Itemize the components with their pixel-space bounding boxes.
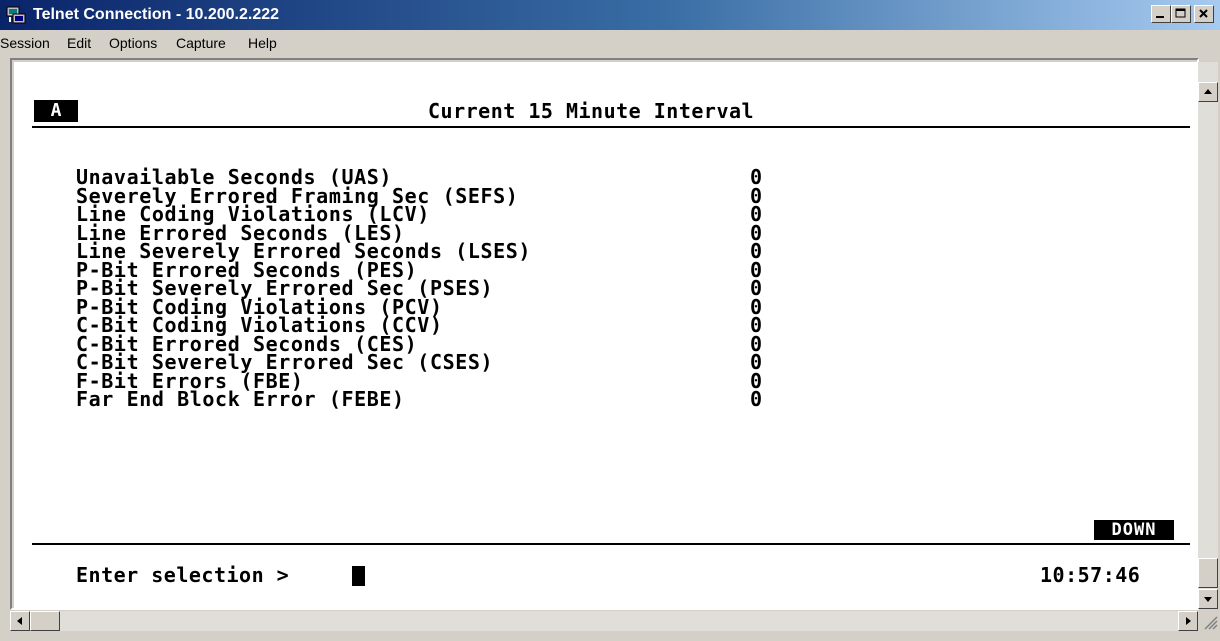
close-icon: [1199, 9, 1208, 18]
menu-capture[interactable]: Capture: [176, 35, 226, 51]
scroll-right-button[interactable]: [1178, 611, 1198, 631]
metric-value: 0: [750, 387, 763, 411]
scroll-left-button[interactable]: [10, 611, 30, 631]
menu-options[interactable]: Options: [109, 35, 157, 51]
selection-prompt: Enter selection >: [76, 563, 290, 587]
vertical-scrollbar[interactable]: [1198, 62, 1218, 609]
minimize-icon: [1156, 16, 1164, 18]
arrow-left-icon: [17, 617, 22, 625]
menu-session[interactable]: Session: [0, 35, 50, 51]
close-button[interactable]: [1194, 5, 1214, 23]
screen-title: Current 15 Minute Interval: [428, 99, 755, 123]
status-badge: DOWN: [1094, 520, 1174, 540]
metric-label: Far End Block Error (FEBE): [76, 387, 405, 411]
scroll-up-button[interactable]: [1198, 82, 1218, 102]
title-bar[interactable]: Telnet Connection - 10.200.2.222: [0, 0, 1220, 30]
menu-help[interactable]: Help: [248, 35, 277, 51]
terminal-screen[interactable]: A Current 15 Minute Interval Unavailable…: [14, 62, 1198, 609]
minimize-button[interactable]: [1151, 5, 1171, 23]
telnet-app-icon[interactable]: [6, 5, 26, 25]
text-cursor[interactable]: [352, 566, 365, 586]
arrow-up-icon: [1204, 89, 1212, 94]
vertical-scroll-thumb[interactable]: [1198, 558, 1218, 588]
footer-divider: [32, 543, 1190, 545]
scroll-down-button[interactable]: [1198, 589, 1218, 609]
menu-bar: Session Edit Options Capture Help: [0, 30, 1220, 56]
maximize-icon: [1175, 8, 1186, 18]
horizontal-scroll-thumb[interactable]: [30, 611, 60, 631]
arrow-right-icon: [1186, 617, 1191, 625]
resize-grip-icon[interactable]: [1199, 611, 1219, 631]
maximize-button[interactable]: [1171, 5, 1191, 23]
arrow-down-icon: [1204, 597, 1212, 602]
clock: 10:57:46: [1040, 563, 1141, 587]
menu-edit[interactable]: Edit: [67, 35, 91, 51]
horizontal-scrollbar[interactable]: [10, 611, 1198, 631]
window-title: Telnet Connection - 10.200.2.222: [33, 6, 280, 23]
header-divider: [32, 126, 1190, 128]
screen-tab-label: A: [34, 100, 78, 122]
